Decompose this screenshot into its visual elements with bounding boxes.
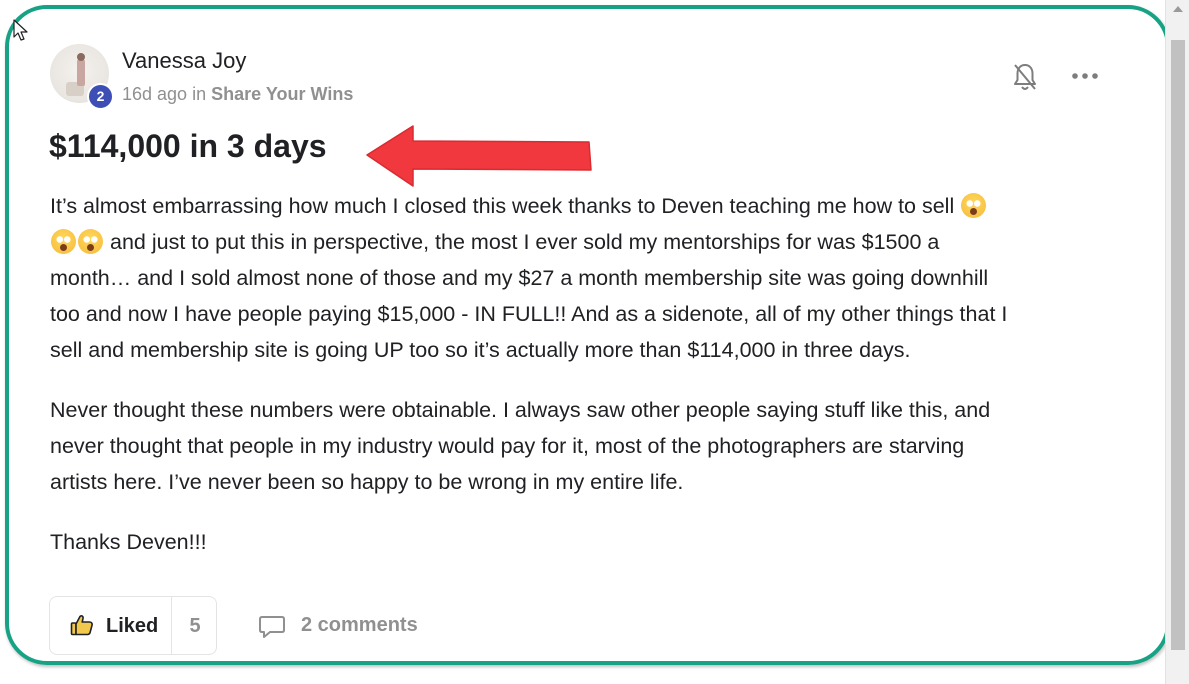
flushed-face-emoji-icon	[961, 193, 987, 218]
post-title: $114,000 in 3 days	[49, 128, 327, 164]
post-time: 16d ago	[122, 84, 188, 104]
red-arrow-annotation	[363, 124, 595, 195]
paragraph-line: too and now I have people paying $15,000…	[50, 302, 1008, 326]
like-label: Liked	[106, 615, 159, 637]
like-button[interactable]: Liked 5	[49, 596, 217, 655]
author-name[interactable]: Vanessa Joy	[122, 48, 246, 74]
post-category-link[interactable]: Share Your Wins	[211, 84, 353, 104]
thumbs-up-icon	[70, 614, 94, 641]
level-badge: 2	[87, 83, 114, 110]
more-options-icon[interactable]	[1070, 66, 1100, 91]
paragraph-line: and just to put this in perspective, the…	[50, 224, 1122, 260]
paragraph-line: sell and membership site is going UP too…	[50, 338, 911, 362]
flushed-face-emoji-icon	[78, 229, 103, 254]
meta-in-word: in	[192, 84, 207, 104]
comment-icon[interactable]	[258, 614, 286, 645]
scroll-up-arrow-icon[interactable]	[1173, 6, 1183, 12]
comments-link[interactable]: 2 comments	[301, 614, 418, 637]
post-paragraph-2: Never thought these numbers were obtaina…	[50, 392, 1122, 500]
post-meta: 16d ago in Share Your Wins	[122, 84, 353, 105]
paragraph-line: artists here. I’ve never been so happy t…	[50, 470, 684, 494]
avatar-figure-head	[77, 53, 85, 61]
paragraph-line-text: and just to put this in perspective, the…	[109, 230, 940, 254]
paragraph-line: Never thought these numbers were obtaina…	[50, 398, 991, 422]
post-paragraph-3: Thanks Deven!!!	[50, 530, 207, 554]
post-paragraph-1: It’s almost embarrassing how much I clos…	[50, 188, 1122, 368]
notification-bell-icon[interactable]	[1012, 62, 1038, 99]
paragraph-line: month… and I sold almost none of those a…	[50, 266, 989, 290]
scrollbar[interactable]	[1165, 0, 1189, 684]
avatar-figure	[77, 58, 85, 86]
paragraph-line-text: It’s almost embarrassing how much I clos…	[50, 194, 955, 218]
flushed-face-emoji-icon	[51, 229, 76, 254]
mouse-cursor-icon	[13, 19, 29, 48]
post-card: 2 Vanessa Joy 16d ago in Share Your Wins…	[0, 0, 1162, 682]
scroll-thumb[interactable]	[1171, 40, 1185, 650]
like-count[interactable]: 5	[172, 615, 218, 638]
paragraph-line: never thought that people in my industry…	[50, 434, 965, 458]
